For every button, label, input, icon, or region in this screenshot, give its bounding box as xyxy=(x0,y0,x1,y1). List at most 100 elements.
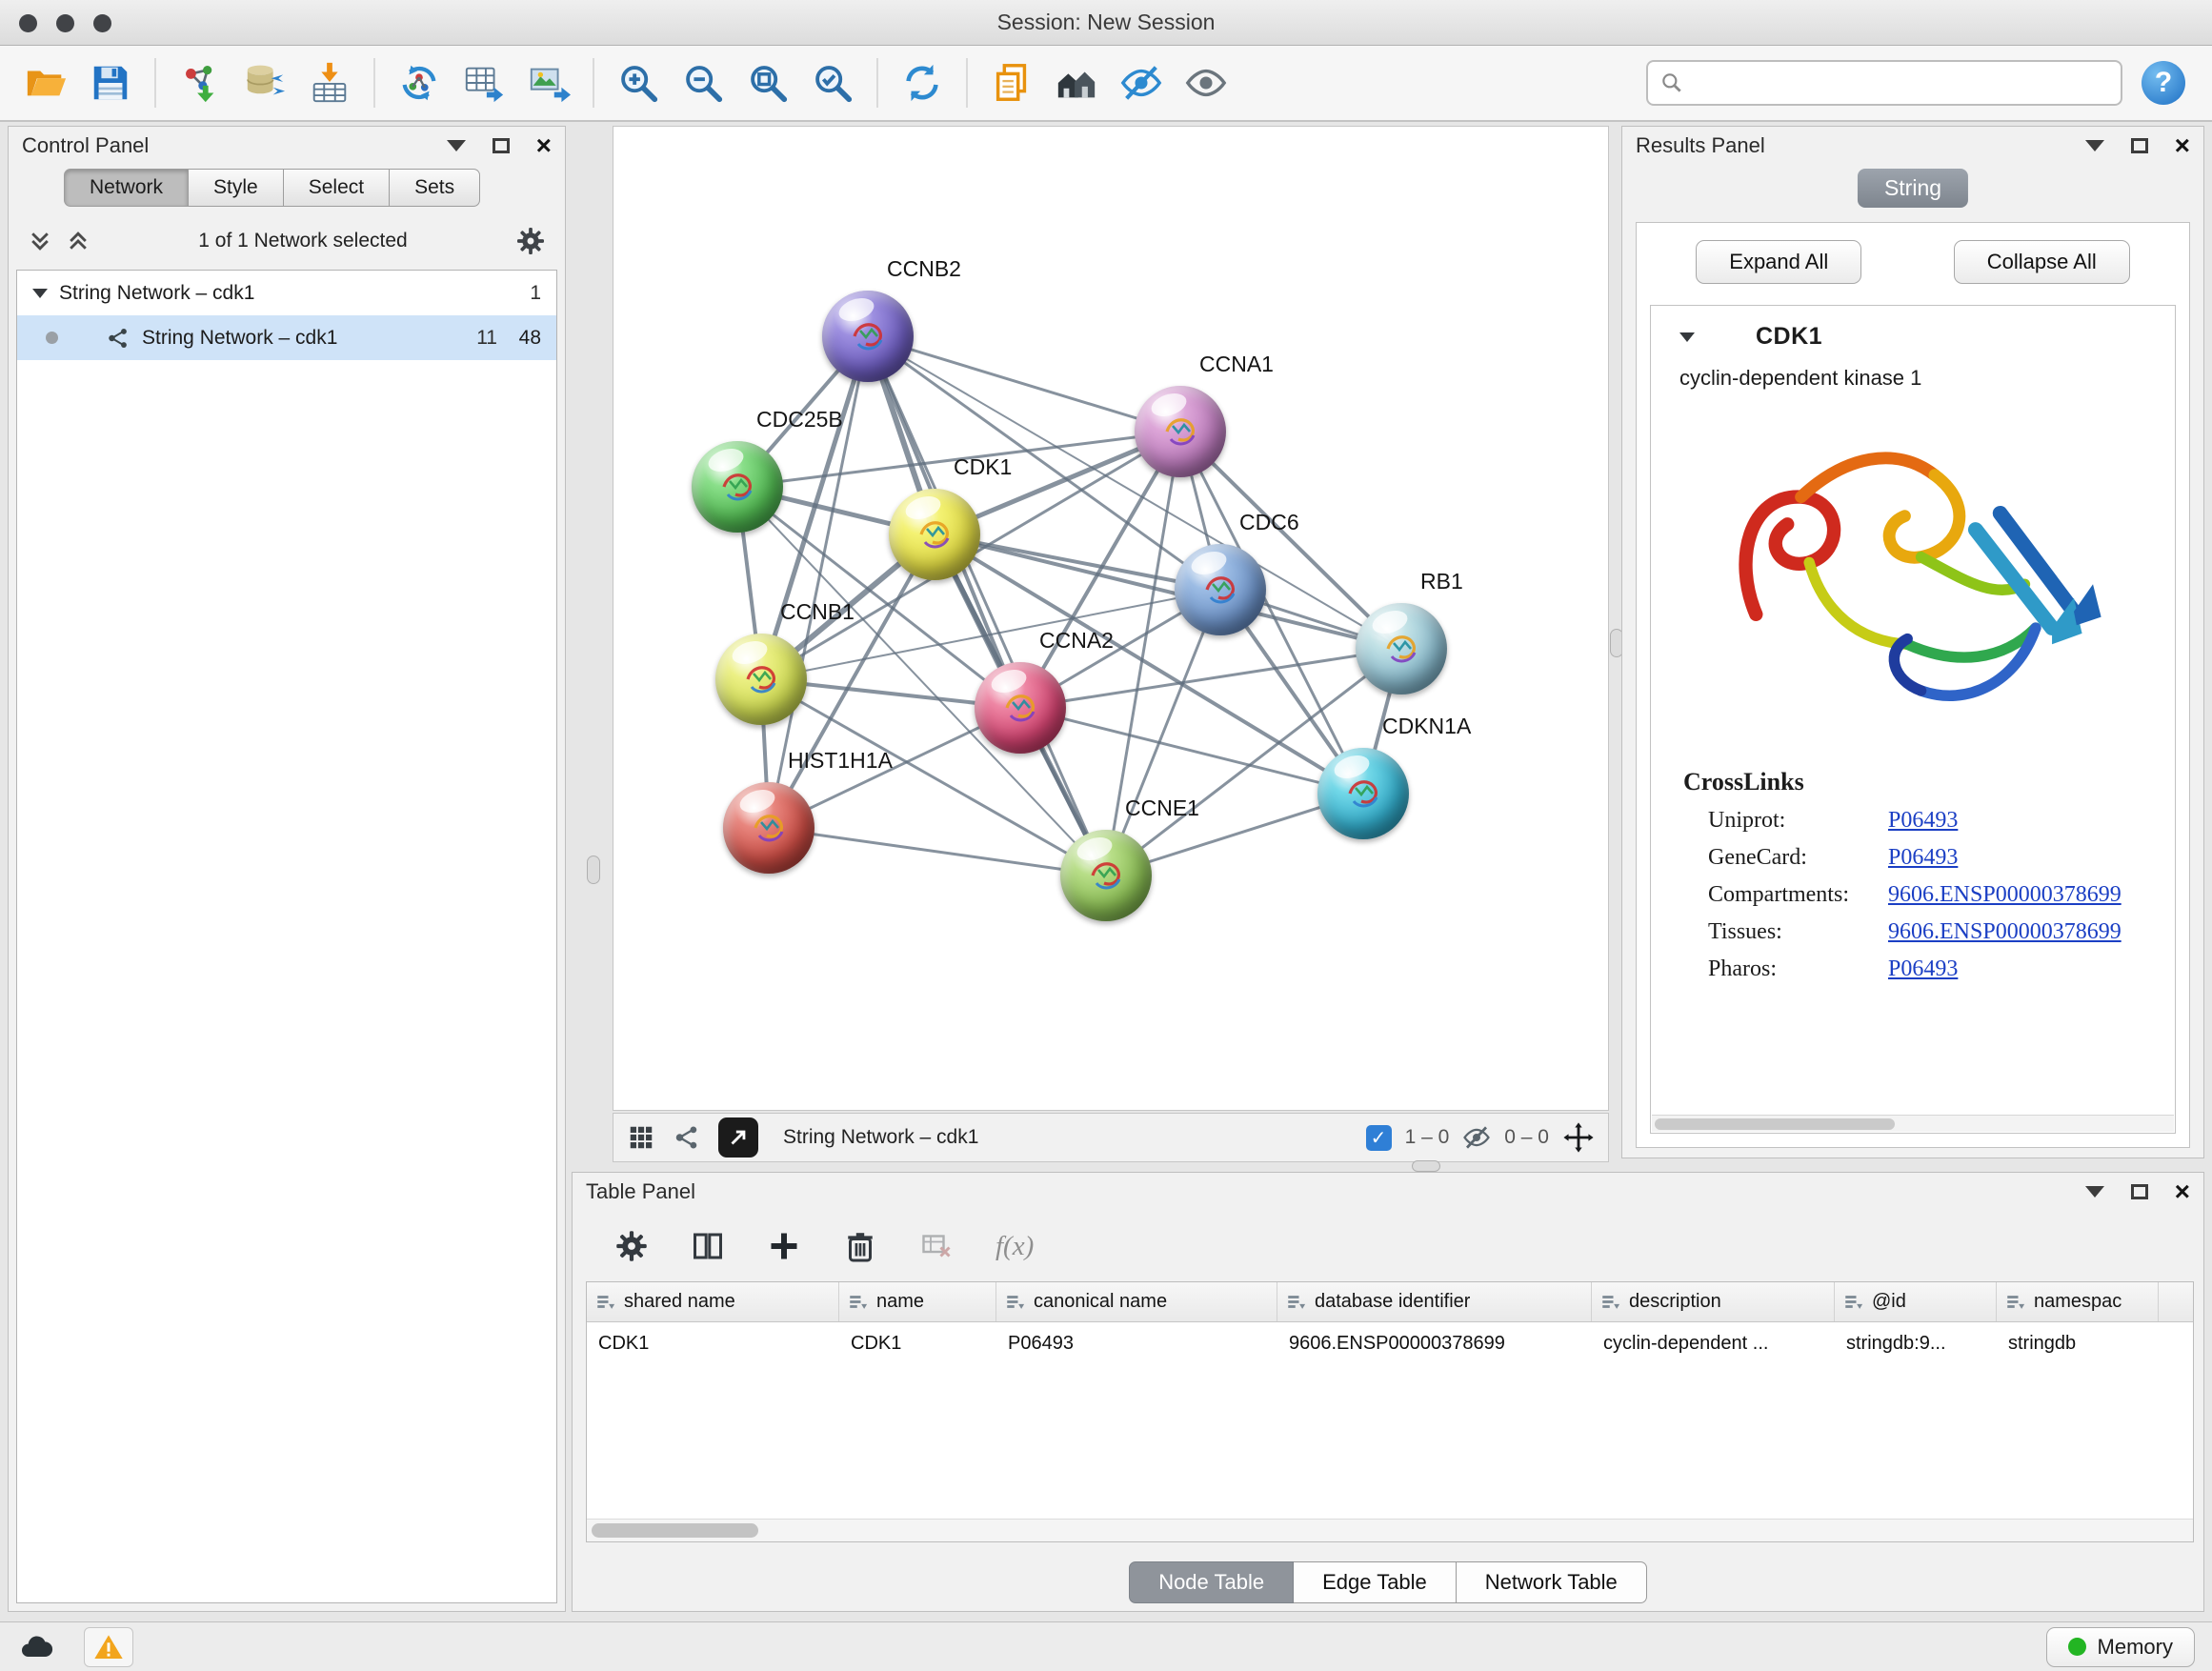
network-node-ccne1[interactable] xyxy=(1060,830,1152,921)
cloud-icon[interactable] xyxy=(17,1628,55,1666)
network-node-cdk1[interactable] xyxy=(889,489,980,580)
function-builder-button[interactable]: f(x) xyxy=(995,1231,1034,1262)
table-cell[interactable]: stringdb:9... xyxy=(1835,1333,1997,1355)
memory-button[interactable]: Memory xyxy=(2046,1627,2195,1667)
documents-button[interactable] xyxy=(979,52,1044,113)
column-header[interactable]: canonical name xyxy=(996,1282,1277,1321)
maximize-panel-icon[interactable] xyxy=(2131,138,2148,153)
network-canvas[interactable]: CCNB2CCNA1CDC25BCDK1CDC6RB1CCNB1CCNA2CDK… xyxy=(613,126,1609,1111)
bottom-splitter-handle[interactable] xyxy=(1412,1160,1440,1172)
close-panel-icon[interactable]: × xyxy=(2175,132,2190,159)
compartments-link[interactable]: 9606.ENSP00000378699 xyxy=(1888,882,2122,908)
table-data-row[interactable]: CDK1CDK1P064939606.ENSP00000378699cyclin… xyxy=(587,1322,2193,1364)
network-node-ccnb1[interactable] xyxy=(715,634,807,725)
collapse-all-button[interactable]: Collapse All xyxy=(1954,240,2130,284)
gear-icon[interactable] xyxy=(515,226,546,256)
save-session-button[interactable] xyxy=(78,52,143,113)
import-network-database-button[interactable] xyxy=(232,52,297,113)
gene-box-scrollbar[interactable] xyxy=(1652,1115,2174,1132)
tissues-link[interactable]: 9606.ENSP00000378699 xyxy=(1888,919,2122,945)
tab-node-table[interactable]: Node Table xyxy=(1129,1561,1294,1603)
add-column-plus-icon[interactable] xyxy=(767,1229,801,1263)
float-panel-icon[interactable] xyxy=(2085,140,2104,151)
selected-items-checkbox[interactable]: ✓ xyxy=(1366,1125,1392,1151)
network-node-ccna1[interactable] xyxy=(1135,386,1226,477)
show-columns-icon[interactable] xyxy=(691,1229,725,1263)
refresh-layout-button[interactable] xyxy=(890,52,955,113)
collapse-all-chevron-icon[interactable] xyxy=(28,229,52,253)
column-header[interactable]: @id xyxy=(1835,1282,1997,1321)
network-node-ccna2[interactable] xyxy=(975,662,1066,754)
string-results-tab[interactable]: String xyxy=(1858,169,1968,208)
expand-all-chevron-icon[interactable] xyxy=(66,229,90,253)
table-cell[interactable]: CDK1 xyxy=(839,1333,996,1355)
zoom-in-button[interactable] xyxy=(606,52,671,113)
new-network-button[interactable] xyxy=(387,52,452,113)
maximize-panel-icon[interactable] xyxy=(2131,1184,2148,1199)
network-node-cdc25b[interactable] xyxy=(692,441,783,533)
hide-graphics-details-button[interactable] xyxy=(1109,52,1174,113)
genecard-link[interactable]: P06493 xyxy=(1888,845,1958,871)
network-node-rb1[interactable] xyxy=(1356,603,1447,695)
column-header[interactable]: description xyxy=(1592,1282,1835,1321)
search-input[interactable] xyxy=(1692,71,2109,94)
table-cell[interactable]: cyclin-dependent ... xyxy=(1592,1333,1835,1355)
share-view-icon[interactable] xyxy=(673,1123,701,1152)
network-node-ccnb2[interactable] xyxy=(822,291,914,382)
close-panel-icon[interactable]: × xyxy=(536,132,552,159)
column-header[interactable]: name xyxy=(839,1282,996,1321)
left-splitter-handle[interactable] xyxy=(587,856,600,884)
network-node-cdc6[interactable] xyxy=(1175,544,1266,635)
delete-column-trash-icon[interactable] xyxy=(843,1229,877,1263)
network-row[interactable]: String Network – cdk1 11 48 xyxy=(17,315,556,360)
help-button[interactable]: ? xyxy=(2142,61,2185,105)
show-graphics-details-button[interactable] xyxy=(1174,52,1238,113)
tab-select[interactable]: Select xyxy=(284,169,390,207)
tab-network-table[interactable]: Network Table xyxy=(1457,1561,1647,1603)
toolbar-separator xyxy=(966,58,968,108)
import-network-file-button[interactable] xyxy=(168,52,232,113)
network-node-hist1h1a[interactable] xyxy=(723,782,814,874)
network-collection-row[interactable]: String Network – cdk1 1 xyxy=(17,271,556,315)
scrollbar-thumb[interactable] xyxy=(592,1523,758,1538)
table-cell[interactable]: P06493 xyxy=(996,1333,1277,1355)
collection-expand-icon[interactable] xyxy=(32,289,48,298)
expand-all-button[interactable]: Expand All xyxy=(1696,240,1861,284)
close-window-button[interactable] xyxy=(19,14,37,32)
column-header[interactable]: database identifier xyxy=(1277,1282,1592,1321)
float-panel-icon[interactable] xyxy=(447,140,466,151)
float-panel-icon[interactable] xyxy=(2085,1186,2104,1198)
hidden-items-eye-slash-icon[interactable] xyxy=(1462,1123,1491,1152)
table-cell[interactable]: CDK1 xyxy=(587,1333,839,1355)
tab-network[interactable]: Network xyxy=(64,169,189,207)
warnings-button[interactable] xyxy=(84,1627,133,1667)
column-header[interactable]: namespac xyxy=(1997,1282,2159,1321)
tab-edge-table[interactable]: Edge Table xyxy=(1294,1561,1457,1603)
pharos-link[interactable]: P06493 xyxy=(1888,956,1958,982)
birdseye-view-button[interactable] xyxy=(718,1117,758,1158)
home-browser-button[interactable] xyxy=(1044,52,1109,113)
column-header[interactable]: shared name xyxy=(587,1282,839,1321)
export-table-button[interactable] xyxy=(452,52,516,113)
gene-collapse-icon[interactable] xyxy=(1679,332,1695,342)
zoom-out-button[interactable] xyxy=(671,52,735,113)
close-panel-icon[interactable]: × xyxy=(2175,1178,2190,1205)
maximize-window-button[interactable] xyxy=(93,14,111,32)
import-table-file-button[interactable] xyxy=(297,52,362,113)
pan-move-icon[interactable] xyxy=(1562,1121,1595,1154)
network-node-cdkn1a[interactable] xyxy=(1317,748,1409,839)
table-cell[interactable]: stringdb xyxy=(1997,1333,2159,1355)
zoom-selected-button[interactable] xyxy=(800,52,865,113)
grid-view-icon[interactable] xyxy=(627,1123,655,1152)
export-image-button[interactable] xyxy=(516,52,581,113)
table-horizontal-scrollbar[interactable] xyxy=(587,1519,2193,1541)
maximize-panel-icon[interactable] xyxy=(493,138,510,153)
table-settings-gear-icon[interactable] xyxy=(614,1229,649,1263)
zoom-fit-button[interactable] xyxy=(735,52,800,113)
minimize-window-button[interactable] xyxy=(56,14,74,32)
table-cell[interactable]: 9606.ENSP00000378699 xyxy=(1277,1333,1592,1355)
uniprot-link[interactable]: P06493 xyxy=(1888,808,1958,834)
tab-sets[interactable]: Sets xyxy=(390,169,480,207)
open-session-button[interactable] xyxy=(13,52,78,113)
tab-style[interactable]: Style xyxy=(189,169,284,207)
